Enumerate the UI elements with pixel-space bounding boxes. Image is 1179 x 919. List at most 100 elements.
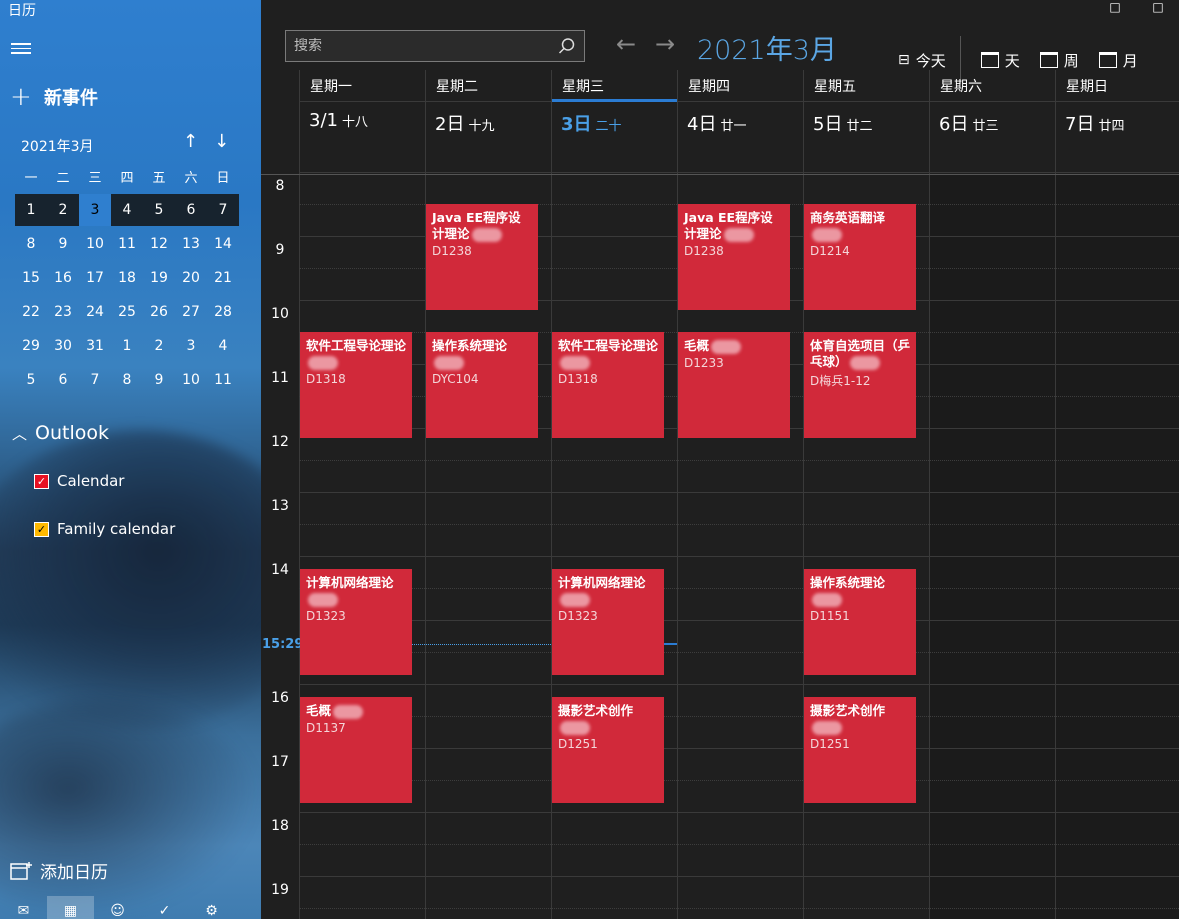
mini-day[interactable]: 8	[15, 228, 47, 260]
up-arrow-icon[interactable]: ↑	[183, 131, 198, 152]
mini-day[interactable]: 29	[15, 330, 47, 362]
mini-day[interactable]: 15	[15, 262, 47, 294]
search-icon[interactable]	[558, 37, 576, 55]
lunar-date: 廿三	[972, 119, 999, 134]
search-box[interactable]	[285, 30, 585, 62]
day-header-7[interactable]: 星期日 7日 廿四	[1055, 70, 1179, 175]
calendar-event[interactable]: 商务英语翻译 D1214	[804, 204, 916, 310]
todo-icon[interactable]: ✓	[141, 896, 188, 919]
mini-day[interactable]: 9	[143, 364, 175, 396]
mini-day[interactable]: 3	[175, 330, 207, 362]
day-column[interactable]	[299, 175, 425, 919]
calendar-event[interactable]: Java EE程序设计理论 D1238	[678, 204, 790, 310]
search-input[interactable]	[294, 38, 558, 54]
calendar-event[interactable]: 软件工程导论理论 D1318	[552, 332, 664, 438]
calendar-icon[interactable]: ▦	[47, 896, 94, 919]
mini-day[interactable]: 10	[175, 364, 207, 396]
mini-day[interactable]: 14	[207, 228, 239, 260]
calendar-event[interactable]: 软件工程导论理论 D1318	[300, 332, 412, 438]
mini-day[interactable]: 3	[79, 194, 111, 226]
mini-day[interactable]: 5	[143, 194, 175, 226]
month-title[interactable]: 2021年3月	[697, 28, 837, 67]
mini-day[interactable]: 20	[175, 262, 207, 294]
mini-day[interactable]: 31	[79, 330, 111, 362]
mini-day[interactable]: 11	[207, 364, 239, 396]
mini-day[interactable]: 4	[111, 194, 143, 226]
down-arrow-icon[interactable]: ↓	[214, 131, 229, 152]
mini-day[interactable]: 12	[143, 228, 175, 260]
mini-day[interactable]: 1	[15, 194, 47, 226]
checkbox-icon[interactable]: ✓	[34, 473, 49, 489]
mini-calendar-month[interactable]: 2021年3月	[21, 136, 94, 156]
calendar-event[interactable]: 操作系统理论 D1151	[804, 569, 916, 675]
people-icon[interactable]: ☺	[94, 896, 141, 919]
day-header-3[interactable]: 星期三 3日 二十	[551, 70, 678, 175]
next-arrow-icon[interactable]: →	[655, 30, 675, 58]
mini-day[interactable]: 2	[47, 194, 79, 226]
calendar-event[interactable]: 计算机网络理论 D1323	[552, 569, 664, 675]
mini-day[interactable]: 11	[111, 228, 143, 260]
mini-day[interactable]: 30	[47, 330, 79, 362]
mini-day[interactable]: 25	[111, 296, 143, 328]
mini-day[interactable]: 7	[79, 364, 111, 396]
mini-day[interactable]: 1	[111, 330, 143, 362]
calendar-item-family[interactable]: ✓ Family calendar	[34, 520, 175, 538]
mini-day[interactable]: 24	[79, 296, 111, 328]
mini-day[interactable]: 2	[143, 330, 175, 362]
mini-day[interactable]: 6	[47, 364, 79, 396]
previous-arrow-icon[interactable]: ←	[616, 30, 636, 58]
restore-icon: □	[1152, 0, 1164, 14]
mini-day[interactable]: 21	[207, 262, 239, 294]
mail-icon[interactable]: ✉	[0, 896, 47, 919]
calendar-event[interactable]: 毛概 D1137	[300, 697, 412, 803]
event-location: D1323	[306, 609, 346, 623]
day-header-5[interactable]: 星期五 5日 廿二	[803, 70, 929, 175]
mini-day[interactable]: 8	[111, 364, 143, 396]
checkbox-icon[interactable]: ✓	[34, 521, 49, 537]
mini-day[interactable]: 28	[207, 296, 239, 328]
mini-day[interactable]: 4	[207, 330, 239, 362]
month-view-button[interactable]: 月	[1089, 50, 1148, 71]
calendar-event[interactable]: 毛概 D1233	[678, 332, 790, 438]
mini-day[interactable]: 17	[79, 262, 111, 294]
mini-day[interactable]: 16	[47, 262, 79, 294]
mini-day[interactable]: 27	[175, 296, 207, 328]
day-column[interactable]	[551, 175, 677, 919]
add-calendar-button[interactable]: 添加日历	[10, 858, 108, 883]
hamburger-menu-icon[interactable]	[11, 40, 31, 56]
mini-day[interactable]: 18	[111, 262, 143, 294]
mini-day[interactable]: 6	[175, 194, 207, 226]
calendar-event[interactable]: 摄影艺术创作 D1251	[804, 697, 916, 803]
day-header-1[interactable]: 星期一 3/1 十八	[299, 70, 425, 175]
maximize-button[interactable]: □	[1102, 0, 1128, 14]
new-event-button[interactable]: + 新事件	[10, 84, 98, 110]
mini-day[interactable]: 23	[47, 296, 79, 328]
week-view-button[interactable]: 周	[1030, 50, 1089, 71]
day-header-2[interactable]: 星期二 2日 十九	[425, 70, 551, 175]
mini-day[interactable]: 19	[143, 262, 175, 294]
mini-day[interactable]: 13	[175, 228, 207, 260]
calendar-event[interactable]: 体育自选项目（乒乓球） D梅兵1-12	[804, 332, 916, 438]
day-header-6[interactable]: 星期六 6日 廿三	[929, 70, 1055, 175]
mini-day[interactable]: 22	[15, 296, 47, 328]
calendar-event[interactable]: 摄影艺术创作 D1251	[552, 697, 664, 803]
mini-day[interactable]: 10	[79, 228, 111, 260]
mini-day[interactable]: 26	[143, 296, 175, 328]
mini-day[interactable]: 9	[47, 228, 79, 260]
settings-gear-icon[interactable]: ⚙	[188, 896, 235, 919]
calendar-event[interactable]: 计算机网络理论 D1323	[300, 569, 412, 675]
day-view-button[interactable]: 天	[971, 50, 1030, 71]
day-view-label: 天	[1004, 51, 1020, 70]
outlook-section-toggle[interactable]: ︿ Outlook	[12, 422, 109, 444]
hour-label: 10	[271, 306, 289, 322]
day-column[interactable]	[929, 175, 1055, 919]
restore-button[interactable]: □	[1145, 0, 1171, 14]
calendar-event[interactable]: Java EE程序设计理论 D1238	[426, 204, 538, 310]
calendar-item-calendar[interactable]: ✓ Calendar	[34, 472, 124, 490]
calendar-event[interactable]: 操作系统理论 DYC104	[426, 332, 538, 438]
day-header-4[interactable]: 星期四 4日 廿一	[677, 70, 803, 175]
mini-day[interactable]: 7	[207, 194, 239, 226]
today-button[interactable]: ⊟ 今天	[888, 50, 956, 71]
day-column[interactable]	[1055, 175, 1179, 919]
mini-day[interactable]: 5	[15, 364, 47, 396]
